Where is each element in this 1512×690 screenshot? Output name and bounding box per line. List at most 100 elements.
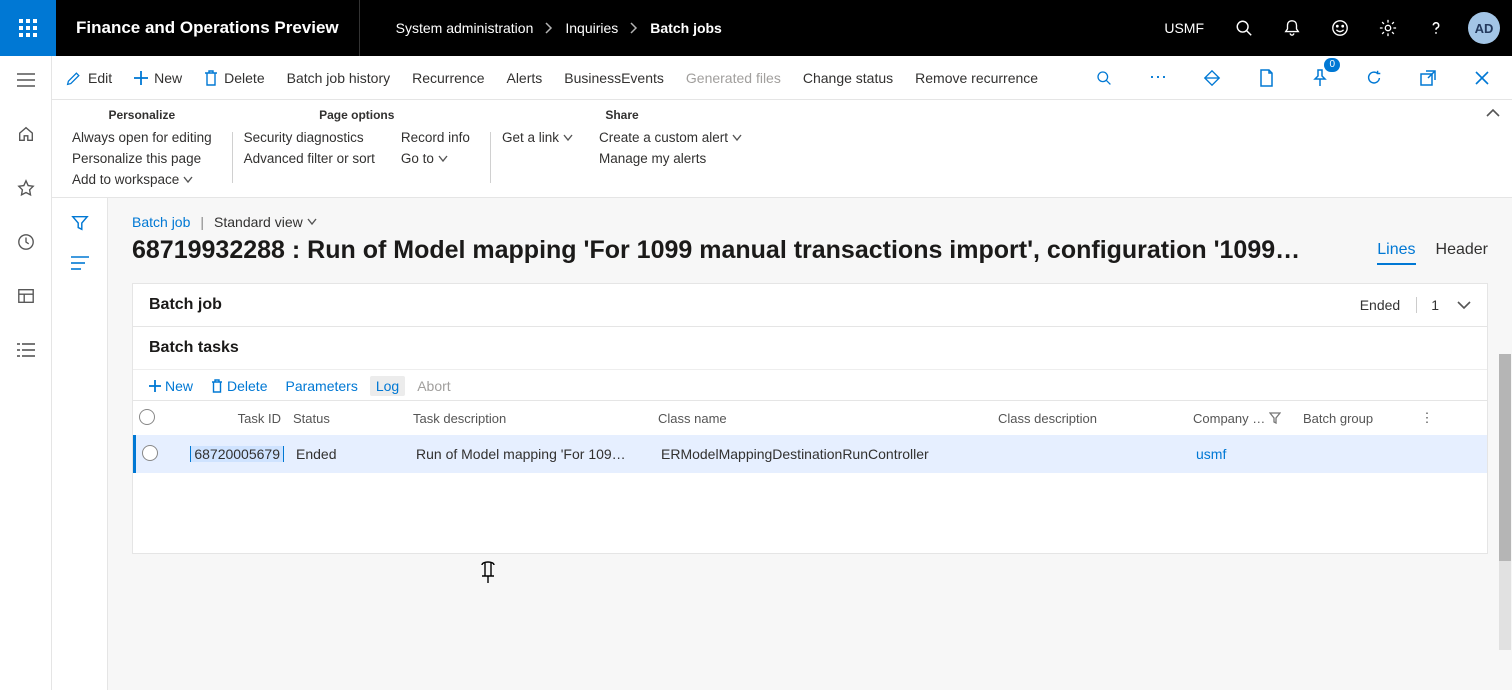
form-rail (52, 198, 108, 690)
breadcrumb-item[interactable]: Inquiries (565, 20, 618, 36)
chevron-down-icon (183, 176, 193, 184)
nav-menu-button[interactable] (6, 62, 46, 98)
ribbon-group-share: Share Get a link Create a custom alert (490, 104, 762, 187)
office-button[interactable] (1250, 62, 1282, 94)
row-select[interactable] (136, 445, 180, 464)
batch-tasks-section-title: Batch tasks (149, 339, 239, 357)
business-events-button[interactable]: BusinessEvents (564, 70, 664, 86)
new-button[interactable]: New (134, 70, 182, 86)
delete-button[interactable]: Delete (204, 70, 264, 86)
table-row[interactable]: 68720005679 Ended Run of Model mapping '… (133, 435, 1487, 473)
add-to-workspace[interactable]: Add to workspace (72, 172, 212, 187)
batch-tasks-panel: Batch tasks New Delete Parameters Log (132, 327, 1488, 554)
smile-icon (1331, 19, 1349, 37)
content-area: Batch job | Standard view 68719932288 : … (52, 198, 1512, 690)
batch-job-history-button[interactable]: Batch job history (287, 70, 391, 86)
personalize-this-page[interactable]: Personalize this page (72, 151, 212, 166)
tasks-new-button[interactable]: New (149, 378, 193, 394)
tab-header[interactable]: Header (1436, 241, 1488, 265)
avatar[interactable]: AD (1468, 12, 1500, 44)
scrollbar[interactable] (1499, 354, 1511, 650)
recurrence-button[interactable]: Recurrence (412, 70, 484, 86)
collapse-ribbon-button[interactable] (1486, 108, 1500, 118)
filter-pane-button[interactable] (71, 214, 89, 232)
col-company[interactable]: Company … (1187, 411, 1297, 426)
batch-job-count: 1 (1431, 297, 1439, 313)
bell-icon (1283, 19, 1301, 37)
expand-batch-job-button[interactable] (1457, 300, 1471, 310)
manage-my-alerts[interactable]: Manage my alerts (599, 151, 742, 166)
more-actions-button[interactable]: ⋯ (1142, 62, 1174, 94)
remove-recurrence-button[interactable]: Remove recurrence (915, 70, 1038, 86)
waffle-icon (19, 19, 37, 37)
attachments-button[interactable] (1196, 62, 1228, 94)
batch-tasks-grid: Task ID Status Task description Class na… (133, 400, 1487, 553)
col-status[interactable]: Status (287, 411, 407, 426)
feedback-button[interactable] (1318, 0, 1362, 56)
favorites-button[interactable] (6, 170, 46, 206)
tasks-parameters-button[interactable]: Parameters (285, 378, 357, 394)
recent-button[interactable] (6, 224, 46, 260)
select-all[interactable] (133, 409, 177, 428)
breadcrumb: System administration Inquiries Batch jo… (360, 20, 722, 36)
refresh-button[interactable] (1358, 62, 1390, 94)
trash-icon (204, 70, 218, 86)
tasks-delete-button[interactable]: Delete (211, 378, 267, 394)
view-selector[interactable]: Standard view (214, 214, 317, 230)
related-info-button[interactable] (71, 256, 89, 270)
chevron-down-icon (563, 134, 573, 142)
cell-company[interactable]: usmf (1190, 446, 1300, 462)
create-custom-alert[interactable]: Create a custom alert (599, 130, 742, 145)
home-button[interactable] (6, 116, 46, 152)
cell-status: Ended (290, 446, 410, 462)
security-diagnostics[interactable]: Security diagnostics (244, 130, 375, 145)
chevron-down-icon (732, 134, 742, 142)
col-class-description[interactable]: Class description (992, 411, 1187, 426)
alerts-button[interactable]: Alerts (506, 70, 542, 86)
popout-icon (1420, 70, 1436, 86)
edit-button[interactable]: Edit (66, 70, 112, 86)
get-a-link[interactable]: Get a link (502, 130, 573, 145)
filter-icon (71, 214, 89, 232)
left-rail (0, 56, 52, 690)
col-task-description[interactable]: Task description (407, 411, 652, 426)
chevron-right-icon (630, 22, 638, 34)
top-nav: Finance and Operations Preview System ad… (0, 0, 1512, 56)
cell-task-id[interactable]: 68720005679 (180, 446, 290, 462)
help-icon (1427, 19, 1445, 37)
cell-class-name: ERModelMappingDestinationRunController (655, 446, 995, 462)
clock-icon (17, 233, 35, 251)
change-status-button[interactable]: Change status (803, 70, 893, 86)
separator: | (200, 214, 204, 230)
batch-tasks-toolbar: New Delete Parameters Log Abort (133, 369, 1487, 400)
popout-button[interactable] (1412, 62, 1444, 94)
always-open-for-editing[interactable]: Always open for editing (72, 130, 212, 145)
chevron-right-icon (545, 22, 553, 34)
notifications-button[interactable] (1270, 0, 1314, 56)
settings-button[interactable] (1366, 0, 1410, 56)
col-task-id[interactable]: Task ID (177, 411, 287, 426)
home-icon (17, 125, 35, 143)
tab-lines[interactable]: Lines (1377, 241, 1415, 265)
help-button[interactable] (1414, 0, 1458, 56)
advanced-filter-or-sort[interactable]: Advanced filter or sort (244, 151, 375, 166)
find-button[interactable] (1088, 62, 1120, 94)
app-launcher[interactable] (0, 0, 56, 56)
edit-icon (66, 70, 82, 86)
chevron-down-icon (307, 218, 317, 226)
workspaces-button[interactable] (6, 278, 46, 314)
go-to[interactable]: Go to (401, 151, 470, 166)
breadcrumb-item[interactable]: System administration (396, 20, 534, 36)
tasks-log-button[interactable]: Log (370, 376, 405, 396)
col-batch-group[interactable]: Batch group (1297, 411, 1407, 426)
search-button[interactable] (1222, 0, 1266, 56)
close-button[interactable] (1466, 62, 1498, 94)
attachment-count-button[interactable]: 0 (1304, 62, 1336, 94)
breadcrumb-item[interactable]: Batch jobs (650, 20, 722, 36)
grid-options-button[interactable]: ⋮ (1407, 410, 1447, 426)
record-info[interactable]: Record info (401, 130, 470, 145)
col-class-name[interactable]: Class name (652, 411, 992, 426)
modules-button[interactable] (6, 332, 46, 368)
company-code[interactable]: USMF (1150, 20, 1218, 36)
batch-job-link[interactable]: Batch job (132, 214, 190, 230)
